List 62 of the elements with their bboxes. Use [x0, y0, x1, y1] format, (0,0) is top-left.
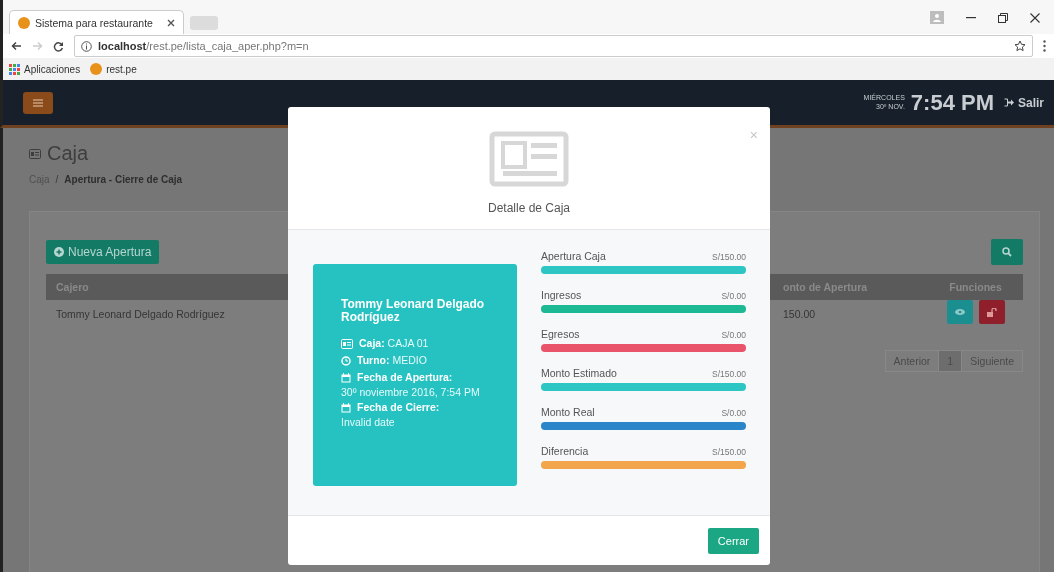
- calendar-icon: [341, 402, 351, 413]
- amount-label: S/150.00: [711, 252, 746, 262]
- close-button[interactable]: ×: [749, 127, 758, 143]
- time-label: 7:54 PM: [910, 89, 994, 116]
- favicon-icon: [18, 16, 30, 29]
- new-opening-button[interactable]: Nueva Apertura: [46, 240, 160, 264]
- plus-circle-icon: [54, 247, 64, 257]
- eye-icon: [954, 309, 965, 315]
- table-cell: Tommy Leonard Delgado Rodríguez: [56, 308, 225, 320]
- reload-icon[interactable]: [53, 40, 64, 52]
- amount-label: S/0.00: [721, 291, 746, 301]
- info-icon: [81, 40, 92, 52]
- back-icon[interactable]: [11, 41, 22, 51]
- minimize-icon[interactable]: [966, 16, 976, 19]
- bookmark-link[interactable]: Aplicaciones: [24, 63, 81, 75]
- bar-label: Ingresos: [541, 289, 582, 301]
- modal-title: Detalle de Caja: [487, 201, 571, 215]
- amount-label: S/0.00: [721, 408, 746, 418]
- info-text: Turno: MEDIO: [357, 353, 427, 369]
- bar-label: Monto Real: [541, 406, 595, 418]
- unlock-icon: [986, 307, 997, 317]
- close-icon[interactable]: [1030, 12, 1040, 23]
- page-title: Caja: [47, 142, 89, 165]
- newspaper-icon: [489, 131, 569, 187]
- clock-icon: [341, 355, 351, 366]
- breadcrumb-separator: /: [55, 174, 59, 185]
- amount-label: S/150.00: [711, 369, 746, 379]
- star-icon[interactable]: [1014, 40, 1026, 52]
- bar-label: Egresos: [541, 328, 580, 340]
- logout-icon: [1004, 98, 1014, 107]
- menu-icon[interactable]: [1043, 40, 1046, 52]
- bar-label: Monto Estimado: [541, 367, 617, 379]
- address-field[interactable]: localhost/rest.pe/lista_caja_aper.php?m=n: [74, 35, 1033, 57]
- search-button[interactable]: [991, 239, 1023, 265]
- bookmark-link[interactable]: rest.pe: [106, 63, 137, 75]
- bar-label: Diferencia: [541, 445, 589, 457]
- tab-title: Sistema para restaurante: [35, 16, 153, 29]
- id-card-icon: [29, 148, 41, 159]
- id-card-icon: [341, 338, 353, 349]
- browser-tab[interactable]: Sistema para restaurante: [9, 10, 184, 34]
- amount-label: S/150.00: [711, 447, 746, 457]
- cashier-name: Tommy Leonard Delgado Rodríguez: [341, 298, 486, 324]
- search-icon: [1002, 247, 1012, 257]
- favicon-icon: [90, 63, 103, 75]
- info-value: Invalid date: [341, 416, 396, 430]
- apps-grid-icon: [9, 63, 20, 75]
- menu-button[interactable]: [23, 91, 53, 114]
- close-icon[interactable]: [167, 18, 175, 27]
- unlock-button[interactable]: [978, 300, 1005, 324]
- menu-icon: [33, 98, 43, 107]
- amount-label: S/0.00: [721, 330, 746, 340]
- info-text: Caja: CAJA 01: [359, 336, 429, 352]
- bar-label: Apertura Caja: [541, 250, 606, 262]
- calendar-icon: [341, 372, 351, 383]
- info-label: Fecha de Apertura:: [357, 370, 453, 386]
- close-button[interactable]: Cerrar: [707, 527, 759, 554]
- restore-icon[interactable]: [998, 12, 1008, 23]
- table-cell: 150.00: [783, 308, 816, 320]
- info-value: 30º noviembre 2016, 7:54 PM: [341, 386, 481, 400]
- breadcrumb-current: Apertura - Cierre de Caja: [64, 174, 183, 185]
- info-label: Fecha de Cierre:: [357, 400, 440, 416]
- logout-link[interactable]: Salir: [1004, 95, 1044, 110]
